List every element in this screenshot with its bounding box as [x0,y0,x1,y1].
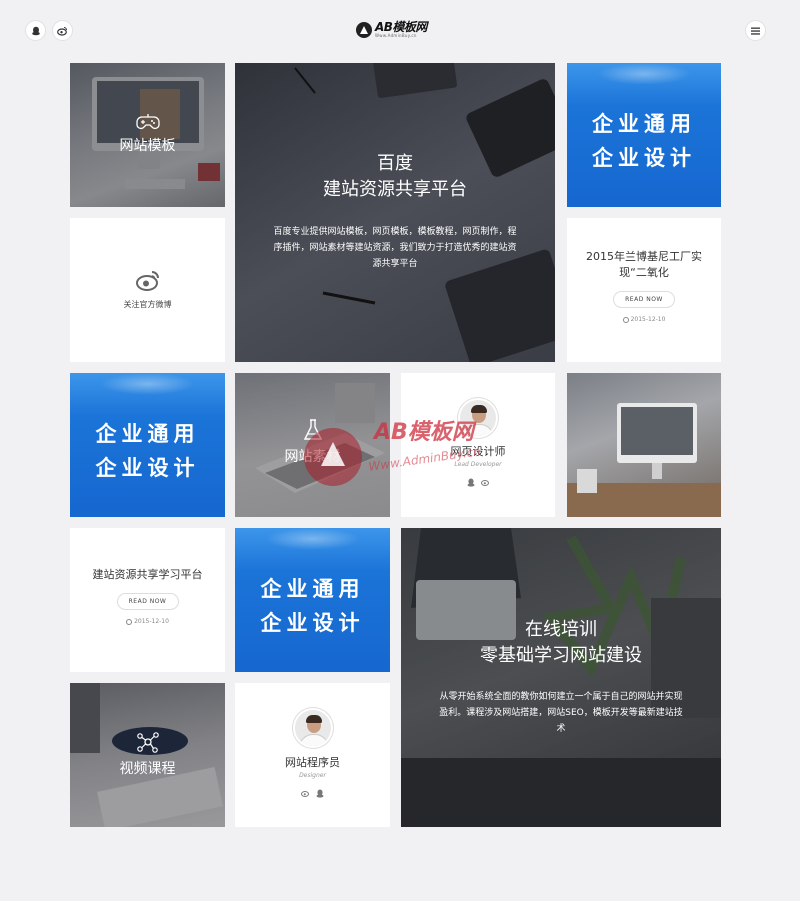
training-title-line2: 零基础学习网站建设 [480,645,642,666]
tile-video-courses[interactable]: 视频课程 [70,683,225,827]
banner-line2: 企业设计 [592,146,696,170]
person-name: 网站程序员 [285,756,340,769]
qq-button[interactable] [25,20,46,41]
monitor-photo-illustration [567,403,721,517]
banner-line2: 企业设计 [95,456,200,480]
team-card-programmer[interactable]: 网站程序员 Designer [235,683,390,827]
banner-line1: 企业通用 [592,112,696,136]
hero-title-line2: 建站资源共享平台 [323,179,467,200]
qq-icon[interactable] [467,478,475,487]
weibo-icon[interactable] [480,478,490,486]
hero-title-line1: 百度 [377,153,413,174]
weibo-button[interactable] [52,20,73,41]
person-role: Designer [299,772,326,779]
gamepad-icon [135,114,160,130]
avatar [292,708,333,748]
tile-follow-weibo[interactable]: 关注官方微博 [70,218,225,362]
logo-mark-icon [356,22,372,38]
logo-text: AB模板网 [375,20,427,34]
banner-line1: 企业通用 [95,422,200,446]
training-feature-tile[interactable]: 在线培训 零基础学习网站建设 从零开始系统全面的教你如何建立一个属于自己的网站并… [401,528,721,827]
logo-subtext: Www.AdminBuy.cn [375,33,417,38]
clock-icon [126,618,133,625]
read-now-button[interactable]: READ NOW [613,291,675,308]
read-now-button[interactable]: READ NOW [116,593,179,610]
enterprise-banner-tile[interactable]: 企业通用 企业设计 [567,63,721,207]
avatar [458,398,498,438]
tile-label: 网站模板 [119,138,176,154]
person-role: Lead Developer [454,461,502,468]
hero-tile[interactable]: 百度 建站资源共享平台 百度专业提供网站模板，网页模板，模板教程，网页制作，程序… [235,63,555,362]
post-title: 2015年兰博基尼工厂实现“二氧化 [586,250,702,279]
post-date: 2015-12-10 [622,316,665,323]
post-title: 建站资源共享学习平台 [92,568,203,581]
clock-icon [622,316,629,323]
training-title-line1: 在线培训 [525,619,597,640]
hero-description: 百度专业提供网站模板，网页模板，模板教程，网页制作，程序插件，网站素材等建站资源… [273,227,517,269]
weibo-icon [57,26,67,36]
qq-icon[interactable] [316,789,324,798]
enterprise-banner-tile[interactable]: 企业通用 企业设计 [70,373,225,517]
weibo-icon [135,271,159,291]
social-links [467,478,490,487]
site-logo[interactable]: AB模板网 Www.AdminBuy.cn [356,21,446,43]
enterprise-banner-tile[interactable]: 企业通用 企业设计 [235,528,390,672]
person-name: 网页设计师 [450,445,506,458]
post-card-1[interactable]: 2015年兰博基尼工厂实现“二氧化 READ NOW 2015-12-10 [567,218,721,362]
tile-mockup-photo[interactable] [567,373,721,517]
tile-label: 视频课程 [119,761,176,777]
workspace-photo-illustration [294,63,555,362]
post-date: 2015-12-10 [126,618,169,625]
tile-website-materials[interactable]: 网站素材 [235,373,390,517]
top-bar: AB模板网 Www.AdminBuy.cn [0,0,800,62]
team-card-designer[interactable]: 网页设计师 Lead Developer [401,373,555,517]
share-icon [136,732,159,753]
post-card-2[interactable]: 建站资源共享学习平台 READ NOW 2015-12-10 [70,528,225,672]
menu-icon [751,27,760,35]
weibo-icon[interactable] [301,789,310,797]
flask-icon [303,419,322,440]
tile-label: 网站素材 [284,449,341,465]
tile-website-templates[interactable]: 网站模板 [70,63,225,207]
banner-line1: 企业通用 [260,577,365,601]
qq-icon [31,26,40,35]
training-description: 从零开始系统全面的教你如何建立一个属于自己的网站并实现盈利。课程涉及网站搭建，网… [439,692,683,734]
banner-line2: 企业设计 [260,611,365,635]
follow-weibo-label: 关注官方微博 [123,300,172,309]
menu-button[interactable] [745,20,766,41]
social-links [301,789,324,798]
